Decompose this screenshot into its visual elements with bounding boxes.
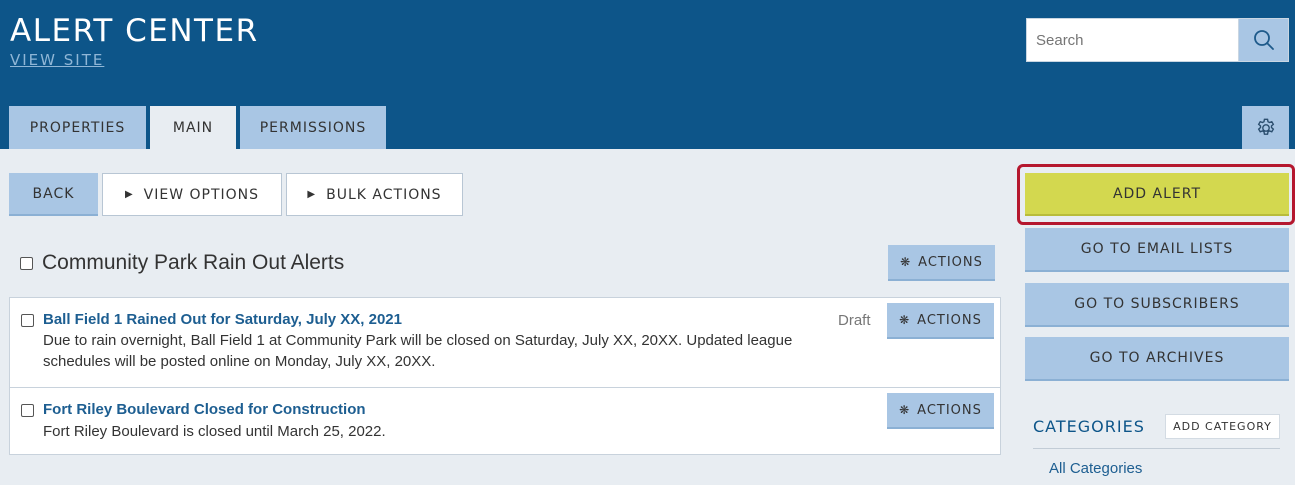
go-to-email-lists-button[interactable]: GO TO EMAIL LISTS (1025, 228, 1289, 272)
alert-description-line: schedules will be posted online on Monda… (43, 353, 436, 370)
tab-properties[interactable]: PROPERTIES (9, 106, 146, 149)
categories-heading: CATEGORIES (1033, 417, 1145, 436)
alert-title-link[interactable]: Ball Field 1 Rained Out for Saturday, Ju… (43, 311, 402, 328)
alert-title-link[interactable]: Fort Riley Boulevard Closed for Construc… (43, 401, 366, 418)
cog-icon: ❋ (900, 255, 912, 269)
alert-actions-button[interactable]: ❋ ACTIONS (887, 393, 994, 429)
search-button[interactable] (1238, 19, 1288, 61)
actions-label: ACTIONS (917, 312, 982, 328)
divider (9, 387, 1001, 388)
gear-icon (1257, 118, 1274, 135)
go-to-subscribers-button[interactable]: GO TO SUBSCRIBERS (1025, 283, 1289, 327)
add-category-button[interactable]: ADD CATEGORY (1165, 414, 1280, 439)
actions-label: ACTIONS (917, 402, 982, 418)
bulk-actions-label: BULK ACTIONS (326, 186, 442, 203)
tab-permissions[interactable]: PERMISSIONS (240, 106, 386, 149)
list-header: Community Park Rain Out Alerts (20, 251, 344, 275)
search-input[interactable] (1027, 19, 1239, 61)
alert-actions-button[interactable]: ❋ ACTIONS (887, 303, 994, 339)
search-box (1026, 18, 1289, 62)
status-badge: Draft (838, 312, 871, 329)
actions-label: ACTIONS (918, 254, 983, 270)
go-to-archives-button[interactable]: GO TO ARCHIVES (1025, 337, 1289, 381)
divider (1033, 448, 1280, 449)
view-options-label: VIEW OPTIONS (143, 186, 260, 203)
page-title: ALERT CENTER (10, 13, 259, 49)
search-icon (1253, 30, 1274, 50)
view-site-link[interactable]: VIEW SITE (10, 51, 104, 69)
select-all-checkbox[interactable] (20, 256, 33, 270)
cog-icon: ❋ (899, 403, 911, 417)
add-alert-button[interactable]: ADD ALERT (1025, 173, 1289, 216)
back-button[interactable]: BACK (9, 173, 98, 216)
category-link-all[interactable]: All Categories (1049, 460, 1142, 477)
list-title: Community Park Rain Out Alerts (42, 251, 345, 274)
alert-checkbox[interactable] (21, 314, 34, 327)
alert-description: Fort Riley Boulevard is closed until Mar… (43, 423, 386, 440)
play-icon: ▶ (124, 189, 134, 200)
alert-description: Due to rain overnight, Ball Field 1 at C… (43, 330, 792, 372)
list-actions-button[interactable]: ❋ ACTIONS (888, 245, 995, 281)
view-options-button[interactable]: ▶ VIEW OPTIONS (102, 173, 282, 216)
settings-button[interactable] (1242, 106, 1289, 149)
cog-icon: ❋ (899, 313, 911, 327)
alert-checkbox[interactable] (21, 404, 34, 417)
app-header: ALERT CENTER VIEW SITE PROPERTIES MAIN P… (0, 0, 1295, 149)
tab-main[interactable]: MAIN (150, 106, 236, 149)
bulk-actions-button[interactable]: ▶ BULK ACTIONS (286, 173, 463, 216)
alert-description-line: Due to rain overnight, Ball Field 1 at C… (43, 332, 793, 349)
play-icon: ▶ (307, 189, 317, 200)
